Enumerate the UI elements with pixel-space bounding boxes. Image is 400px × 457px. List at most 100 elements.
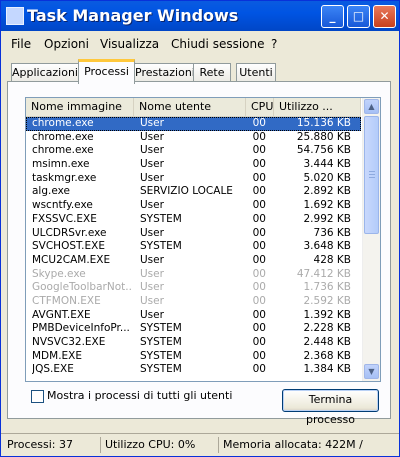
column-header-memory[interactable]: Utilizzo ... — [274, 98, 361, 116]
cell-image-name: chrome.exe — [32, 144, 94, 157]
cell-cpu: 00 — [252, 212, 266, 225]
cell-cpu: 00 — [252, 144, 266, 157]
status-processes: Processi: 37 — [3, 437, 101, 453]
cell-image-name: GoogleToolbarNot... — [32, 281, 132, 294]
cell-memory: 2.448 KB — [303, 336, 352, 348]
table-row[interactable]: NVSVC32.EXE SYSTEM 00 2.448 KB — [26, 336, 361, 350]
cell-cpu: 00 — [252, 281, 266, 294]
tab-users[interactable]: Utenti — [236, 63, 276, 81]
title-bar[interactable]: Task Manager Windows _ □ ✕ — [1, 1, 399, 31]
table-row[interactable]: MDM.EXE SYSTEM 00 2.368 KB — [26, 350, 361, 364]
column-header-user-name[interactable]: Nome utente — [134, 98, 246, 116]
table-row[interactable]: PMBDeviceInfoPr... SYSTEM 00 2.228 KB — [26, 322, 361, 336]
table-row[interactable]: wscntfy.exe User 00 1.692 KB — [26, 199, 361, 213]
cell-memory: 47.412 KB — [296, 267, 351, 280]
maximize-button[interactable]: □ — [347, 5, 370, 28]
cell-cpu: 00 — [252, 171, 266, 184]
cell-memory: 2.892 KB — [303, 185, 352, 198]
minimize-button[interactable]: _ — [321, 5, 344, 28]
status-memory: Memoria allocata: 422M / — [223, 438, 363, 451]
table-row[interactable]: chrome.exe User 00 15.136 KB — [26, 117, 361, 131]
cell-memory: 2.368 KB — [303, 349, 352, 362]
scroll-thumb[interactable] — [364, 116, 379, 234]
tab-strip: Applicazioni Processi Prestazioni Rete U… — [7, 59, 387, 84]
table-row[interactable]: SVCHOST.EXE SYSTEM 00 3.648 KB — [26, 240, 361, 254]
table-row[interactable]: ULCDRSvr.exe User 00 736 KB — [26, 227, 361, 241]
cell-memory: 1.384 KB — [303, 363, 352, 376]
cell-image-name: alg.exe — [32, 185, 70, 198]
cell-memory: 5.020 KB — [303, 171, 352, 184]
cell-memory: 15.136 KB — [296, 117, 351, 129]
tab-processes[interactable]: Processi — [78, 59, 135, 84]
status-bar: Processi: 37 Utilizzo CPU: 0% Memoria al… — [1, 433, 399, 456]
tab-performance[interactable]: Prestazioni — [134, 63, 195, 81]
cell-memory: 428 KB — [313, 253, 351, 266]
table-row[interactable]: alg.exe SERVIZIO LOCALE 00 2.892 KB — [26, 185, 361, 199]
cell-image-name: MCU2CAM.EXE — [32, 253, 111, 266]
cell-memory: 1.692 KB — [303, 199, 352, 212]
menu-options[interactable]: Opzioni — [44, 37, 89, 51]
cell-cpu: 00 — [252, 226, 266, 239]
cell-cpu: 00 — [252, 267, 266, 280]
table-row[interactable]: JQS.EXE SYSTEM 00 1.384 KB — [26, 363, 361, 377]
table-row[interactable]: CTFMON.EXE User 00 2.592 KB — [26, 295, 361, 309]
table-row[interactable]: chrome.exe User 00 54.756 KB — [26, 144, 361, 158]
cell-image-name: NVSVC32.EXE — [32, 336, 106, 348]
cell-memory: 2.228 KB — [303, 322, 352, 335]
cell-image-name: taskmgr.exe — [32, 171, 97, 184]
tab-applications[interactable]: Applicazioni — [11, 63, 79, 81]
column-header-cpu[interactable]: CPU — [246, 98, 274, 116]
tab-network[interactable]: Rete — [193, 63, 231, 81]
cell-image-name: ULCDRSvr.exe — [32, 226, 107, 239]
end-process-button[interactable]: Termina processo — [282, 389, 379, 426]
close-button[interactable]: ✕ — [373, 5, 396, 28]
cell-image-name: chrome.exe — [32, 130, 94, 143]
cell-cpu: 00 — [252, 308, 266, 321]
table-row[interactable]: FXSSVC.EXE SYSTEM 00 2.992 KB — [26, 213, 361, 227]
list-header: Nome immagine Nome utente CPU Utilizzo .… — [26, 98, 361, 117]
menu-help[interactable]: ? — [271, 37, 277, 51]
cell-cpu: 00 — [252, 130, 266, 143]
cell-memory: 736 KB — [313, 226, 351, 239]
cell-cpu: 00 — [252, 322, 266, 335]
cell-cpu: 00 — [252, 240, 266, 253]
scroll-up-icon[interactable]: ▲ — [364, 99, 379, 114]
menu-logoff[interactable]: Chiudi sessione — [171, 37, 265, 51]
cell-image-name: CTFMON.EXE — [32, 294, 101, 307]
cell-image-name: AVGNT.EXE — [32, 308, 91, 321]
table-row[interactable]: MCU2CAM.EXE User 00 428 KB — [26, 254, 361, 268]
process-list[interactable]: Nome immagine Nome utente CPU Utilizzo .… — [25, 97, 381, 382]
table-row[interactable]: GoogleToolbarNot... User 00 1.736 KB — [26, 281, 361, 295]
menu-file[interactable]: File — [11, 37, 31, 51]
cell-image-name: Skype.exe — [32, 267, 86, 280]
cell-cpu: 00 — [252, 117, 266, 129]
cell-image-name: MDM.EXE — [32, 349, 83, 362]
cell-memory: 2.592 KB — [303, 294, 352, 307]
task-manager-window: Task Manager Windows _ □ ✕ File Opzioni … — [0, 0, 400, 457]
cell-memory: 3.648 KB — [303, 240, 352, 253]
cell-cpu: 00 — [252, 158, 266, 171]
table-row[interactable]: msimn.exe User 00 3.444 KB — [26, 158, 361, 172]
cell-image-name: PMBDeviceInfoPr... — [32, 322, 130, 335]
cell-cpu: 00 — [252, 336, 266, 348]
table-row[interactable]: Skype.exe User 00 47.412 KB — [26, 268, 361, 282]
cell-image-name: SVCHOST.EXE — [32, 240, 105, 253]
show-all-users-label: Mostra i processi di tutti gli utenti — [47, 389, 233, 402]
cell-cpu: 00 — [252, 349, 266, 362]
cell-image-name: wscntfy.exe — [32, 199, 93, 212]
table-row[interactable]: chrome.exe User 00 25.880 KB — [26, 131, 361, 145]
thumb-grip — [369, 171, 375, 172]
table-row[interactable]: taskmgr.exe User 00 5.020 KB — [26, 172, 361, 186]
cell-memory: 2.992 KB — [303, 212, 352, 225]
cell-image-name: JQS.EXE — [32, 363, 74, 376]
scroll-down-icon[interactable]: ▼ — [364, 364, 379, 379]
cell-cpu: 00 — [252, 199, 266, 212]
column-header-image-name[interactable]: Nome immagine — [26, 98, 134, 116]
cell-image-name: chrome.exe — [32, 117, 94, 129]
window-title: Task Manager Windows — [27, 6, 239, 25]
table-row[interactable]: AVGNT.EXE User 00 1.392 KB — [26, 309, 361, 323]
cell-memory: 54.756 KB — [296, 144, 351, 157]
menu-view[interactable]: Visualizza — [100, 37, 159, 51]
show-all-users-checkbox[interactable] — [31, 390, 44, 403]
vertical-scrollbar[interactable]: ▲ ▼ — [362, 98, 380, 381]
